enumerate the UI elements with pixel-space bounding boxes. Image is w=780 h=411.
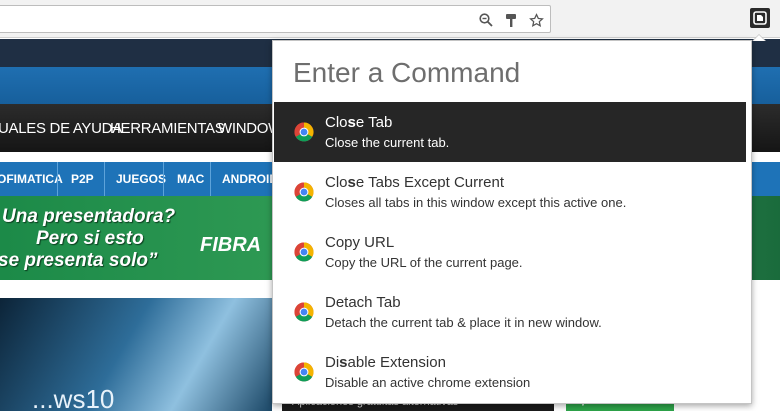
command-input[interactable] bbox=[293, 53, 733, 93]
command-palette: Close Tab Close the current tab. Close T… bbox=[272, 40, 752, 404]
command-description: Detach the current tab & place it in new… bbox=[325, 315, 602, 330]
nav-item-manuales[interactable]: UALES DE AYUDA bbox=[0, 120, 122, 137]
article-photo[interactable]: ...ws10 bbox=[0, 298, 272, 411]
subnav-item-p2p[interactable]: P2P bbox=[71, 172, 94, 186]
command-item-detach-tab[interactable]: Detach Tab Detach the current tab & plac… bbox=[274, 282, 746, 342]
subnav-item-android[interactable]: ANDROID bbox=[222, 172, 278, 186]
bookmark-star-icon[interactable] bbox=[527, 11, 545, 29]
ad-line-2: Pero si esto bbox=[36, 228, 144, 249]
command-title: Close Tab bbox=[325, 114, 393, 131]
chrome-logo-icon bbox=[294, 242, 314, 262]
browser-toolbar bbox=[0, 0, 780, 38]
ad-line-1: Una presentadora? bbox=[2, 206, 176, 227]
address-bar[interactable] bbox=[0, 5, 551, 33]
subnav-item-juegos[interactable]: JUEGOS bbox=[116, 172, 166, 186]
chrome-logo-icon bbox=[294, 302, 314, 322]
command-item-close-tabs-except-current[interactable]: Close Tabs Except Current Closes all tab… bbox=[274, 162, 746, 222]
command-title: Disable Extension bbox=[325, 354, 446, 371]
article-photo-text: ...ws10 bbox=[32, 384, 115, 411]
command-title: Detach Tab bbox=[325, 294, 401, 311]
chrome-logo-icon bbox=[294, 122, 314, 142]
zoom-icon[interactable] bbox=[477, 11, 495, 29]
ad-brand: FIBRA bbox=[200, 234, 262, 256]
subnav-item-ofimatica[interactable]: OFIMATICA bbox=[0, 172, 63, 186]
ad-line-3: se presenta solo” bbox=[0, 250, 158, 271]
command-title: Copy URL bbox=[325, 234, 395, 251]
command-description: Closes all tabs in this window except th… bbox=[325, 195, 627, 210]
command-extension-button[interactable] bbox=[750, 8, 770, 28]
command-description: Copy the URL of the current page. bbox=[325, 255, 523, 270]
command-item-copy-url[interactable]: Copy URL Copy the URL of the current pag… bbox=[274, 222, 746, 282]
chrome-logo-icon bbox=[294, 362, 314, 382]
subnav-item-mac[interactable]: MAC bbox=[177, 172, 204, 186]
nav-item-herramientas[interactable]: HERRAMIENTAS bbox=[110, 120, 225, 137]
popup-arrow-inner bbox=[753, 35, 765, 41]
command-title: Close Tabs Except Current bbox=[325, 174, 504, 191]
command-extension-icon bbox=[753, 11, 767, 25]
command-description: Disable an active chrome extension bbox=[325, 375, 531, 390]
command-item-disable-extension[interactable]: Disable Extension Disable an active chro… bbox=[274, 342, 746, 402]
command-description: Close the current tab. bbox=[325, 135, 450, 150]
paintbrush-icon[interactable] bbox=[502, 11, 520, 29]
chrome-logo-icon bbox=[294, 182, 314, 202]
command-item-close-tab[interactable]: Close Tab Close the current tab. bbox=[274, 102, 746, 162]
